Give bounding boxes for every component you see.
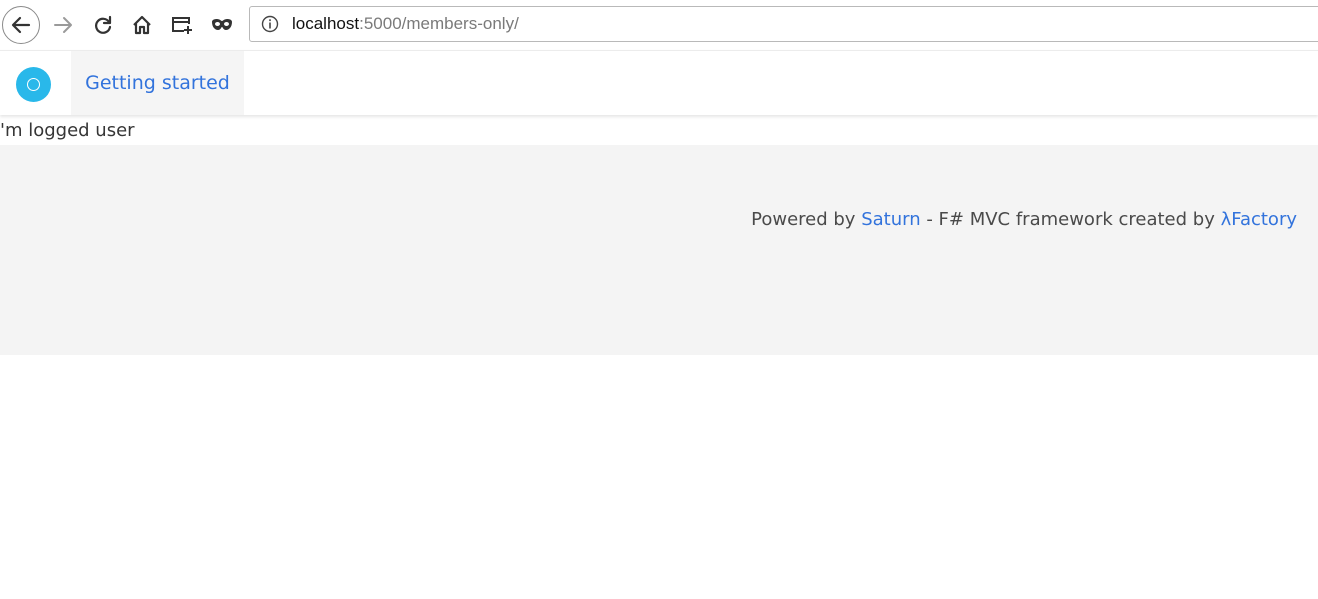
url-path: :5000/members-only/ [359, 14, 519, 33]
back-button[interactable] [2, 6, 40, 44]
info-icon[interactable] [260, 14, 280, 34]
private-browsing-button[interactable] [203, 6, 241, 44]
framework-description-text: - F# MVC framework created by [920, 209, 1221, 230]
brand-logo[interactable] [16, 67, 51, 102]
powered-by-text: Powered by [751, 209, 862, 230]
saturn-link[interactable]: Saturn [861, 209, 920, 230]
footer: Powered by Saturn - F# MVC framework cre… [0, 145, 1318, 355]
nav-item-getting-started[interactable]: Getting started [71, 51, 244, 115]
home-icon [133, 15, 151, 35]
footer-credits: Powered by Saturn - F# MVC framework cre… [751, 209, 1297, 230]
url-host: localhost [292, 14, 360, 33]
new-tab-button[interactable] [163, 6, 201, 44]
arrow-right-icon [54, 17, 72, 33]
address-bar[interactable]: localhost:5000/members-only/ [249, 6, 1318, 42]
forward-button[interactable] [44, 6, 82, 44]
lambda-factory-link[interactable]: λFactory [1221, 209, 1297, 230]
logo-ring-icon [27, 78, 40, 91]
private-mask-icon [212, 19, 232, 30]
reload-icon [95, 15, 112, 34]
main-message: 'm logged user [0, 120, 135, 141]
site-navbar: Getting started [0, 50, 1318, 115]
browser-toolbar: localhost:5000/members-only/ [0, 0, 1318, 50]
home-button[interactable] [123, 6, 161, 44]
url-text[interactable]: localhost:5000/members-only/ [292, 14, 519, 34]
reload-button[interactable] [84, 6, 122, 44]
new-tab-icon [172, 17, 192, 34]
arrow-left-icon [11, 16, 31, 34]
